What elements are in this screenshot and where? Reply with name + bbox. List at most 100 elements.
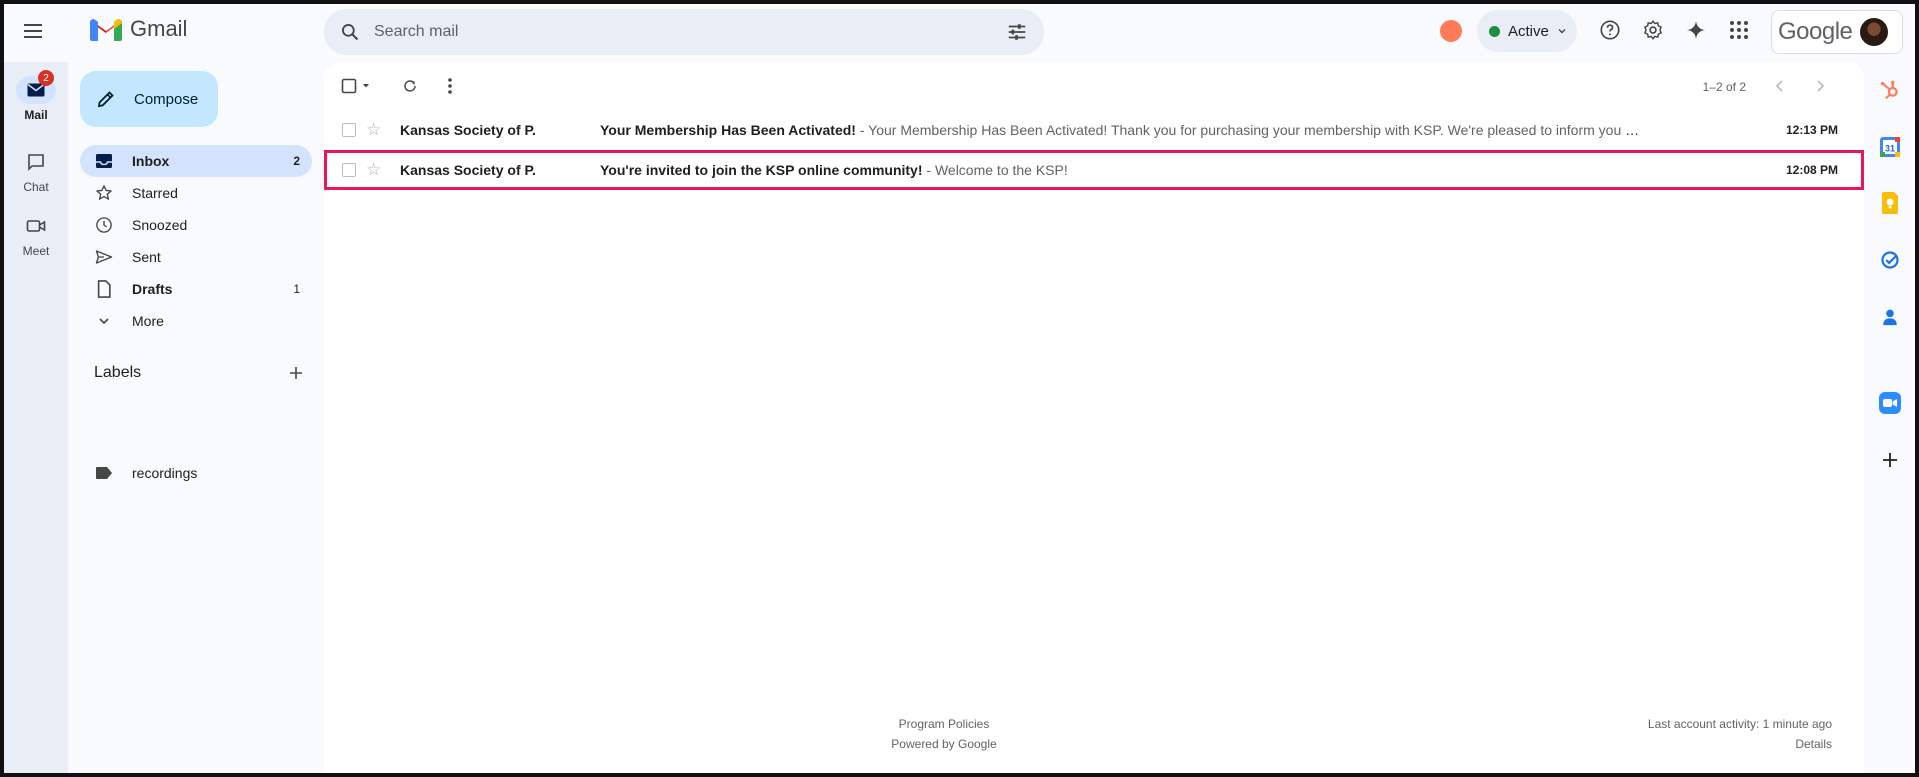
top-bar: Gmail Active Google: [0, 0, 1919, 62]
nav-item-sent[interactable]: Sent: [80, 241, 312, 273]
email-snippet: - Welcome to the KSP!: [922, 162, 1068, 178]
email-time: 12:13 PM: [1785, 123, 1838, 137]
nav-label-snoozed: Snoozed: [132, 217, 188, 233]
add-app-plus-icon[interactable]: [1878, 448, 1902, 472]
nav-label-more: More: [132, 313, 164, 329]
nav-item-inbox[interactable]: Inbox 2: [80, 145, 312, 177]
select-all-checkbox[interactable]: [340, 74, 376, 98]
pencil-icon: [97, 91, 114, 108]
refresh-icon[interactable]: [398, 74, 422, 98]
gmail-wordmark: Gmail: [130, 16, 188, 41]
pager-range: 1–2 of 2: [1702, 80, 1746, 94]
email-sender: Kansas Society of P.: [400, 122, 536, 138]
hubspot-icon[interactable]: [1878, 78, 1902, 102]
footer-links: Program Policies Powered by Google: [324, 714, 1564, 754]
email-time: 12:08 PM: [1785, 163, 1838, 177]
apps-grid-icon[interactable]: [1726, 17, 1752, 43]
gmail-logo[interactable]: Gmail: [90, 16, 187, 42]
last-activity-text: Last account activity: 1 minute ago: [1647, 717, 1832, 731]
clock-icon: [94, 215, 114, 235]
status-active-dot: [1489, 25, 1500, 37]
gmail-m-icon: [90, 19, 122, 41]
row-checkbox[interactable]: [342, 123, 356, 137]
help-icon[interactable]: [1597, 17, 1623, 43]
video-camera-icon: [26, 220, 46, 232]
email-row[interactable]: ☆ Kansas Society of P. Your Membership H…: [324, 110, 1864, 150]
labels-heading: Labels: [94, 364, 142, 381]
next-page-chevron-icon[interactable]: [1808, 74, 1832, 98]
google-wordmark: Google: [1778, 18, 1853, 45]
star-toggle-icon[interactable]: ☆: [366, 160, 381, 180]
compose-button[interactable]: Compose: [80, 71, 218, 127]
chevron-down-icon: [94, 311, 114, 331]
program-policies-link[interactable]: Program Policies: [324, 714, 1564, 734]
add-label-plus-icon[interactable]: [288, 365, 304, 381]
rail-item-chat[interactable]: Chat: [4, 148, 68, 194]
mail-unread-badge: 2: [38, 70, 54, 86]
nav-label-sent: Sent: [132, 249, 161, 265]
search-bar[interactable]: [324, 9, 1044, 55]
contacts-icon[interactable]: [1878, 305, 1902, 329]
rail-item-meet[interactable]: Meet: [4, 212, 68, 258]
nav-label-inbox: Inbox: [132, 153, 170, 169]
prev-page-chevron-icon[interactable]: [1768, 74, 1792, 98]
chevron-down-icon: [1558, 29, 1566, 34]
hubspot-extension-icon[interactable]: [1440, 20, 1462, 42]
row-checkbox[interactable]: [342, 163, 356, 177]
rail-chat-label: Chat: [23, 180, 49, 194]
powered-by-text: Powered by Google: [891, 737, 997, 751]
labels-header: Labels: [94, 364, 304, 382]
drafts-count: 1: [293, 282, 300, 296]
nav-item-snoozed[interactable]: Snoozed: [80, 209, 312, 241]
tasks-icon[interactable]: [1878, 248, 1902, 272]
keep-icon[interactable]: [1878, 191, 1902, 215]
inbox-icon: [94, 151, 114, 171]
email-sender: Kansas Society of P.: [400, 162, 536, 178]
gemini-sparkle-icon[interactable]: [1683, 17, 1709, 43]
list-toolbar: 1–2 of 2: [324, 62, 1864, 110]
star-icon: [94, 183, 114, 203]
email-subject: Your Membership Has Been Activated!: [600, 122, 856, 138]
avatar[interactable]: [1858, 16, 1891, 48]
rail-item-mail[interactable]: 2 Mail: [4, 70, 68, 122]
rail-mail-icon-wrap: 2: [16, 70, 56, 104]
main-menu-button[interactable]: [20, 18, 46, 44]
email-row-highlighted[interactable]: ☆ Kansas Society of P. You're invited to…: [324, 150, 1864, 190]
rail-chat-icon-wrap: [16, 148, 56, 176]
mail-list-panel: 1–2 of 2 ☆ Kansas Society of P. Your Mem…: [324, 62, 1864, 773]
nav-item-more[interactable]: More: [80, 305, 312, 337]
star-toggle-icon[interactable]: ☆: [366, 120, 381, 140]
more-vert-icon[interactable]: [438, 74, 462, 98]
mail-nav: Compose Inbox 2 Starred Snoozed Sent Dra…: [68, 62, 324, 773]
settings-gear-icon[interactable]: [1640, 17, 1666, 43]
nav-item-drafts[interactable]: Drafts 1: [80, 273, 312, 305]
nav-item-starred[interactable]: Starred: [80, 177, 312, 209]
nav-label-drafts: Drafts: [132, 281, 173, 297]
account-switcher[interactable]: Google: [1771, 10, 1903, 54]
rail-meet-icon-wrap: [16, 212, 56, 240]
inbox-count: 2: [293, 154, 300, 168]
search-input[interactable]: [374, 23, 1006, 41]
search-options-icon[interactable]: [1006, 21, 1028, 43]
email-subject-line: Your Membership Has Been Activated! - Yo…: [600, 122, 1640, 138]
rail-meet-label: Meet: [22, 244, 50, 258]
calendar-icon[interactable]: 31: [1878, 135, 1902, 159]
rail-mail-label: Mail: [24, 108, 48, 122]
app-rail: 2 Mail Chat Meet: [4, 62, 68, 773]
side-apps-panel: 31: [1865, 62, 1915, 773]
status-selector[interactable]: Active: [1477, 10, 1577, 52]
zoom-icon[interactable]: [1878, 391, 1902, 415]
email-subject-line: You're invited to join the KSP online co…: [600, 162, 1640, 178]
compose-label: Compose: [134, 90, 199, 108]
account-activity: Last account activity: 1 minute ago Deta…: [1648, 714, 1832, 754]
details-link[interactable]: Details: [1648, 734, 1832, 754]
nav-label-starred: Starred: [132, 185, 178, 201]
label-item-recordings[interactable]: recordings: [80, 457, 312, 489]
send-icon: [94, 247, 114, 267]
search-icon[interactable]: [340, 22, 360, 42]
email-snippet: - Your Membership Has Been Activated! Th…: [855, 122, 1640, 138]
chat-icon: [28, 154, 44, 171]
draft-file-icon: [94, 279, 114, 299]
svg-text:31: 31: [1885, 144, 1895, 154]
email-subject: You're invited to join the KSP online co…: [600, 162, 923, 178]
